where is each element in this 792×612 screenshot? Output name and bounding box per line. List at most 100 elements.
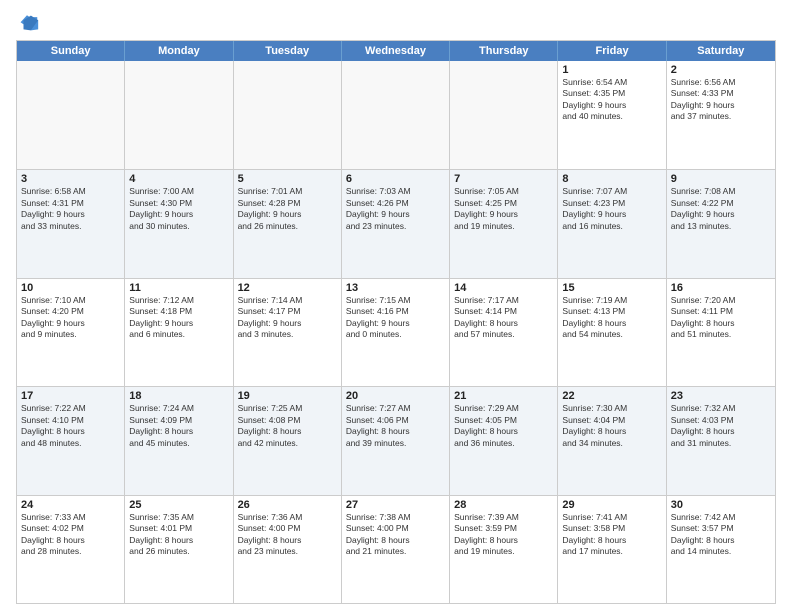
day-number: 4: [129, 173, 228, 185]
day-info: Sunrise: 7:39 AM Sunset: 3:59 PM Dayligh…: [454, 512, 553, 558]
day-info: Sunrise: 7:15 AM Sunset: 4:16 PM Dayligh…: [346, 295, 445, 341]
day-info: Sunrise: 7:05 AM Sunset: 4:25 PM Dayligh…: [454, 186, 553, 232]
calendar-cell: 12Sunrise: 7:14 AM Sunset: 4:17 PM Dayli…: [234, 279, 342, 386]
day-info: Sunrise: 7:03 AM Sunset: 4:26 PM Dayligh…: [346, 186, 445, 232]
calendar-cell: 27Sunrise: 7:38 AM Sunset: 4:00 PM Dayli…: [342, 496, 450, 603]
day-number: 21: [454, 390, 553, 402]
day-number: 20: [346, 390, 445, 402]
calendar-cell: 19Sunrise: 7:25 AM Sunset: 4:08 PM Dayli…: [234, 387, 342, 494]
day-number: 27: [346, 499, 445, 511]
day-info: Sunrise: 6:54 AM Sunset: 4:35 PM Dayligh…: [562, 77, 661, 123]
day-info: Sunrise: 7:33 AM Sunset: 4:02 PM Dayligh…: [21, 512, 120, 558]
calendar-cell: 22Sunrise: 7:30 AM Sunset: 4:04 PM Dayli…: [558, 387, 666, 494]
day-number: 23: [671, 390, 771, 402]
calendar-row-1: 1Sunrise: 6:54 AM Sunset: 4:35 PM Daylig…: [17, 61, 775, 169]
day-info: Sunrise: 7:36 AM Sunset: 4:00 PM Dayligh…: [238, 512, 337, 558]
calendar-cell: 15Sunrise: 7:19 AM Sunset: 4:13 PM Dayli…: [558, 279, 666, 386]
day-number: 1: [562, 64, 661, 76]
day-number: 9: [671, 173, 771, 185]
calendar-cell: 23Sunrise: 7:32 AM Sunset: 4:03 PM Dayli…: [667, 387, 775, 494]
day-info: Sunrise: 7:30 AM Sunset: 4:04 PM Dayligh…: [562, 403, 661, 449]
day-number: 13: [346, 282, 445, 294]
calendar-cell: 1Sunrise: 6:54 AM Sunset: 4:35 PM Daylig…: [558, 61, 666, 169]
calendar-cell: [234, 61, 342, 169]
day-number: 5: [238, 173, 337, 185]
day-info: Sunrise: 7:12 AM Sunset: 4:18 PM Dayligh…: [129, 295, 228, 341]
day-info: Sunrise: 7:20 AM Sunset: 4:11 PM Dayligh…: [671, 295, 771, 341]
day-number: 28: [454, 499, 553, 511]
day-info: Sunrise: 6:58 AM Sunset: 4:31 PM Dayligh…: [21, 186, 120, 232]
header-day-friday: Friday: [558, 41, 666, 61]
day-info: Sunrise: 6:56 AM Sunset: 4:33 PM Dayligh…: [671, 77, 771, 123]
day-number: 24: [21, 499, 120, 511]
header-day-saturday: Saturday: [667, 41, 775, 61]
calendar-cell: 14Sunrise: 7:17 AM Sunset: 4:14 PM Dayli…: [450, 279, 558, 386]
day-info: Sunrise: 7:08 AM Sunset: 4:22 PM Dayligh…: [671, 186, 771, 232]
page: SundayMondayTuesdayWednesdayThursdayFrid…: [0, 0, 792, 612]
day-info: Sunrise: 7:00 AM Sunset: 4:30 PM Dayligh…: [129, 186, 228, 232]
calendar-cell: 2Sunrise: 6:56 AM Sunset: 4:33 PM Daylig…: [667, 61, 775, 169]
calendar-cell: 28Sunrise: 7:39 AM Sunset: 3:59 PM Dayli…: [450, 496, 558, 603]
calendar-cell: 29Sunrise: 7:41 AM Sunset: 3:58 PM Dayli…: [558, 496, 666, 603]
calendar-cell: 7Sunrise: 7:05 AM Sunset: 4:25 PM Daylig…: [450, 170, 558, 277]
calendar-cell: 10Sunrise: 7:10 AM Sunset: 4:20 PM Dayli…: [17, 279, 125, 386]
calendar-cell: 13Sunrise: 7:15 AM Sunset: 4:16 PM Dayli…: [342, 279, 450, 386]
calendar-cell: 24Sunrise: 7:33 AM Sunset: 4:02 PM Dayli…: [17, 496, 125, 603]
day-number: 25: [129, 499, 228, 511]
day-number: 10: [21, 282, 120, 294]
day-info: Sunrise: 7:42 AM Sunset: 3:57 PM Dayligh…: [671, 512, 771, 558]
day-number: 30: [671, 499, 771, 511]
day-info: Sunrise: 7:19 AM Sunset: 4:13 PM Dayligh…: [562, 295, 661, 341]
day-number: 16: [671, 282, 771, 294]
calendar-cell: 30Sunrise: 7:42 AM Sunset: 3:57 PM Dayli…: [667, 496, 775, 603]
calendar-cell: 4Sunrise: 7:00 AM Sunset: 4:30 PM Daylig…: [125, 170, 233, 277]
day-number: 19: [238, 390, 337, 402]
calendar-cell: 9Sunrise: 7:08 AM Sunset: 4:22 PM Daylig…: [667, 170, 775, 277]
calendar-cell: [342, 61, 450, 169]
day-info: Sunrise: 7:41 AM Sunset: 3:58 PM Dayligh…: [562, 512, 661, 558]
day-number: 22: [562, 390, 661, 402]
day-info: Sunrise: 7:01 AM Sunset: 4:28 PM Dayligh…: [238, 186, 337, 232]
calendar-cell: 26Sunrise: 7:36 AM Sunset: 4:00 PM Dayli…: [234, 496, 342, 603]
header: [16, 12, 776, 34]
calendar-cell: 8Sunrise: 7:07 AM Sunset: 4:23 PM Daylig…: [558, 170, 666, 277]
day-number: 12: [238, 282, 337, 294]
day-number: 29: [562, 499, 661, 511]
day-number: 7: [454, 173, 553, 185]
day-info: Sunrise: 7:38 AM Sunset: 4:00 PM Dayligh…: [346, 512, 445, 558]
calendar-row-2: 3Sunrise: 6:58 AM Sunset: 4:31 PM Daylig…: [17, 169, 775, 277]
header-day-sunday: Sunday: [17, 41, 125, 61]
day-info: Sunrise: 7:22 AM Sunset: 4:10 PM Dayligh…: [21, 403, 120, 449]
day-info: Sunrise: 7:27 AM Sunset: 4:06 PM Dayligh…: [346, 403, 445, 449]
calendar-row-5: 24Sunrise: 7:33 AM Sunset: 4:02 PM Dayli…: [17, 495, 775, 603]
calendar-cell: 6Sunrise: 7:03 AM Sunset: 4:26 PM Daylig…: [342, 170, 450, 277]
day-info: Sunrise: 7:35 AM Sunset: 4:01 PM Dayligh…: [129, 512, 228, 558]
day-info: Sunrise: 7:24 AM Sunset: 4:09 PM Dayligh…: [129, 403, 228, 449]
day-number: 2: [671, 64, 771, 76]
day-number: 6: [346, 173, 445, 185]
header-day-monday: Monday: [125, 41, 233, 61]
day-number: 14: [454, 282, 553, 294]
calendar-header: SundayMondayTuesdayWednesdayThursdayFrid…: [17, 41, 775, 61]
calendar-cell: [125, 61, 233, 169]
calendar-cell: [17, 61, 125, 169]
day-info: Sunrise: 7:25 AM Sunset: 4:08 PM Dayligh…: [238, 403, 337, 449]
calendar-cell: 17Sunrise: 7:22 AM Sunset: 4:10 PM Dayli…: [17, 387, 125, 494]
calendar-cell: 18Sunrise: 7:24 AM Sunset: 4:09 PM Dayli…: [125, 387, 233, 494]
calendar-cell: 5Sunrise: 7:01 AM Sunset: 4:28 PM Daylig…: [234, 170, 342, 277]
calendar-body: 1Sunrise: 6:54 AM Sunset: 4:35 PM Daylig…: [17, 61, 775, 603]
header-day-tuesday: Tuesday: [234, 41, 342, 61]
day-info: Sunrise: 7:17 AM Sunset: 4:14 PM Dayligh…: [454, 295, 553, 341]
calendar-cell: 3Sunrise: 6:58 AM Sunset: 4:31 PM Daylig…: [17, 170, 125, 277]
calendar-cell: 11Sunrise: 7:12 AM Sunset: 4:18 PM Dayli…: [125, 279, 233, 386]
day-info: Sunrise: 7:32 AM Sunset: 4:03 PM Dayligh…: [671, 403, 771, 449]
day-number: 17: [21, 390, 120, 402]
calendar: SundayMondayTuesdayWednesdayThursdayFrid…: [16, 40, 776, 604]
day-number: 26: [238, 499, 337, 511]
calendar-cell: 20Sunrise: 7:27 AM Sunset: 4:06 PM Dayli…: [342, 387, 450, 494]
day-number: 8: [562, 173, 661, 185]
calendar-cell: 25Sunrise: 7:35 AM Sunset: 4:01 PM Dayli…: [125, 496, 233, 603]
day-info: Sunrise: 7:29 AM Sunset: 4:05 PM Dayligh…: [454, 403, 553, 449]
day-number: 18: [129, 390, 228, 402]
day-info: Sunrise: 7:10 AM Sunset: 4:20 PM Dayligh…: [21, 295, 120, 341]
